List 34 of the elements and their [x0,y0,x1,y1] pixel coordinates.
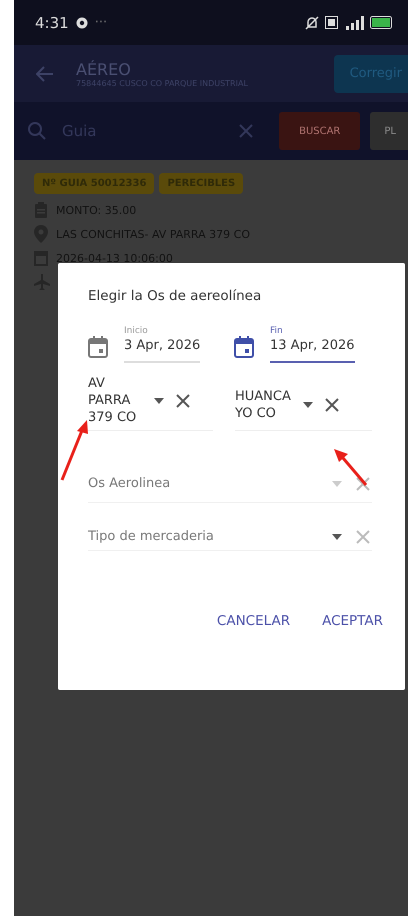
signal-icon [344,16,364,30]
dialog-title: Elegir la Os de aereolínea [88,288,262,304]
dialog-button[interactable]: ACEPTAR [318,609,387,633]
dropdown-caret-icon[interactable] [303,402,313,408]
sim-icon [325,16,338,29]
more-indicator: ··· [94,15,108,30]
dropdown-placeholder: Tipo de mercaderia [88,529,215,544]
dropdown-caret-icon[interactable] [154,398,164,404]
clear-icon[interactable] [323,396,341,414]
dropdown-field[interactable]: HUANCAYO CO [235,383,372,431]
muted-bell-icon [305,16,319,30]
annotation-arrow [331,446,369,488]
date-field[interactable]: Inicio 3 Apr, 2026 [124,326,200,363]
dropdown-value: HUANCAYO CO [235,388,292,422]
clear-icon[interactable] [174,392,192,410]
dropdown-placeholder: Os Aerolinea [88,476,172,491]
dropdown-caret-icon[interactable] [332,534,342,540]
dropdown-field[interactable]: Tipo de mercaderia [88,503,372,551]
status-time: 4:31 [35,14,69,32]
date-field[interactable]: Fin 13 Apr, 2026 [270,326,355,363]
search-button[interactable]: BUSCAR [279,112,360,150]
calendar-icon [234,336,254,358]
field-value: 13 Apr, 2026 [270,338,355,353]
action-button[interactable]: PL [370,112,408,150]
dropdown-value: AV PARRA 379 CO [88,375,138,426]
calendar-icon [88,336,108,358]
dialog-button[interactable]: CANCELAR [212,609,294,633]
field-label: Fin [270,326,284,336]
field-value: 3 Apr, 2026 [124,338,200,353]
dropdown-field[interactable]: AV PARRA 379 CO [88,375,213,431]
battery-icon [370,16,392,29]
search-icon [28,122,46,140]
app-bar-title: AÉREO [76,60,132,78]
field-label: Inicio [124,326,149,336]
